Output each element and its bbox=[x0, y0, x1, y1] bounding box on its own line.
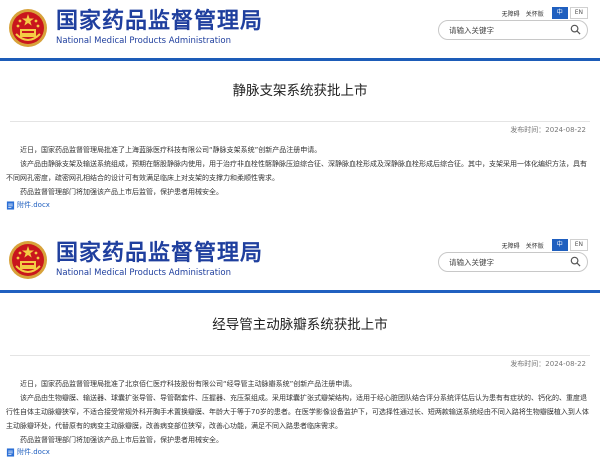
site-name-cn: 国家药品监督管理局 bbox=[56, 241, 264, 266]
search-input[interactable] bbox=[449, 255, 569, 269]
lang-cn-button[interactable]: 中 bbox=[551, 7, 568, 19]
care-mode-link[interactable]: 关怀版 bbox=[526, 9, 544, 18]
site-header: 国家药品监督管理局 National Medical Products Admi… bbox=[0, 232, 600, 290]
article-panel-1: 国家药品监督管理局 National Medical Products Admi… bbox=[0, 0, 600, 232]
article-panel-2: 国家药品监督管理局 National Medical Products Admi… bbox=[0, 232, 600, 468]
care-mode-link[interactable]: 关怀版 bbox=[526, 241, 544, 250]
document-icon bbox=[6, 447, 15, 457]
search-input[interactable] bbox=[449, 23, 569, 37]
site-name-cn: 国家药品监督管理局 bbox=[56, 9, 264, 34]
header-divider-bar bbox=[0, 290, 600, 293]
article-body: 近日，国家药品监督管理局批准了北京佰仁医疗科技股份有限公司“经导管主动脉瓣系统”… bbox=[0, 377, 600, 447]
title-divider bbox=[10, 121, 590, 122]
accessibility-link[interactable]: 无障碍 bbox=[502, 241, 520, 250]
attachment-link[interactable]: 附件.docx bbox=[6, 447, 600, 457]
accessibility-link[interactable]: 无障碍 bbox=[502, 9, 520, 18]
lang-en-button[interactable]: EN bbox=[569, 7, 588, 19]
search-box bbox=[438, 252, 588, 272]
article-paragraph: 药品监督管理部门将加强该产品上市后监管，保护患者用械安全。 bbox=[20, 188, 223, 196]
article-body: 近日，国家药品监督管理局批准了上海蓝脉医疗科技有限公司“静脉支架系统”创新产品注… bbox=[0, 143, 600, 199]
lang-en-button[interactable]: EN bbox=[569, 239, 588, 251]
article-paragraph: 该产品由静脉支架及输送系统组成，预期在髂股静脉内使用，用于治疗非血栓性髂静脉压迫… bbox=[6, 160, 587, 182]
lang-cn-button[interactable]: 中 bbox=[551, 239, 568, 251]
publish-date: 发布时间：2024-08-22 bbox=[510, 360, 586, 368]
article-paragraph: 药品监督管理部门将加强该产品上市后监管，保护患者用械安全。 bbox=[20, 436, 223, 444]
search-icon[interactable] bbox=[570, 24, 581, 35]
top-links: 无障碍 关怀版 中 EN bbox=[502, 7, 588, 19]
article-title: 经导管主动脉瓣系统获批上市 bbox=[212, 317, 388, 333]
search-icon[interactable] bbox=[570, 256, 581, 267]
site-name-en: National Medical Products Administration bbox=[56, 268, 231, 278]
search-box bbox=[438, 20, 588, 40]
national-emblem-icon bbox=[9, 241, 47, 279]
site-name-en: National Medical Products Administration bbox=[56, 36, 231, 46]
national-emblem-icon bbox=[9, 9, 47, 47]
publish-date: 发布时间：2024-08-22 bbox=[510, 126, 586, 134]
site-logo[interactable]: 国家药品监督管理局 National Medical Products Admi… bbox=[8, 240, 263, 280]
document-icon bbox=[6, 200, 15, 210]
article-paragraph: 近日，国家药品监督管理局批准了北京佰仁医疗科技股份有限公司“经导管主动脉瓣系统”… bbox=[20, 380, 357, 388]
article-title: 静脉支架系统获批上市 bbox=[232, 83, 368, 99]
site-header: 国家药品监督管理局 National Medical Products Admi… bbox=[0, 0, 600, 58]
article-paragraph: 该产品由生物瓣膜、输送器、球囊扩张导管、导管鞘套件、压握器、充压泵组成。采用球囊… bbox=[6, 394, 589, 430]
header-divider-bar bbox=[0, 58, 600, 61]
attachment-link[interactable]: 附件.docx bbox=[6, 200, 600, 210]
attachment-filename: 附件.docx bbox=[17, 448, 50, 456]
title-divider bbox=[10, 355, 590, 356]
attachment-filename: 附件.docx bbox=[17, 201, 50, 209]
top-links: 无障碍 关怀版 中 EN bbox=[502, 239, 588, 251]
article-paragraph: 近日，国家药品监督管理局批准了上海蓝脉医疗科技有限公司“静脉支架系统”创新产品注… bbox=[20, 146, 322, 154]
site-logo[interactable]: 国家药品监督管理局 National Medical Products Admi… bbox=[8, 8, 263, 48]
